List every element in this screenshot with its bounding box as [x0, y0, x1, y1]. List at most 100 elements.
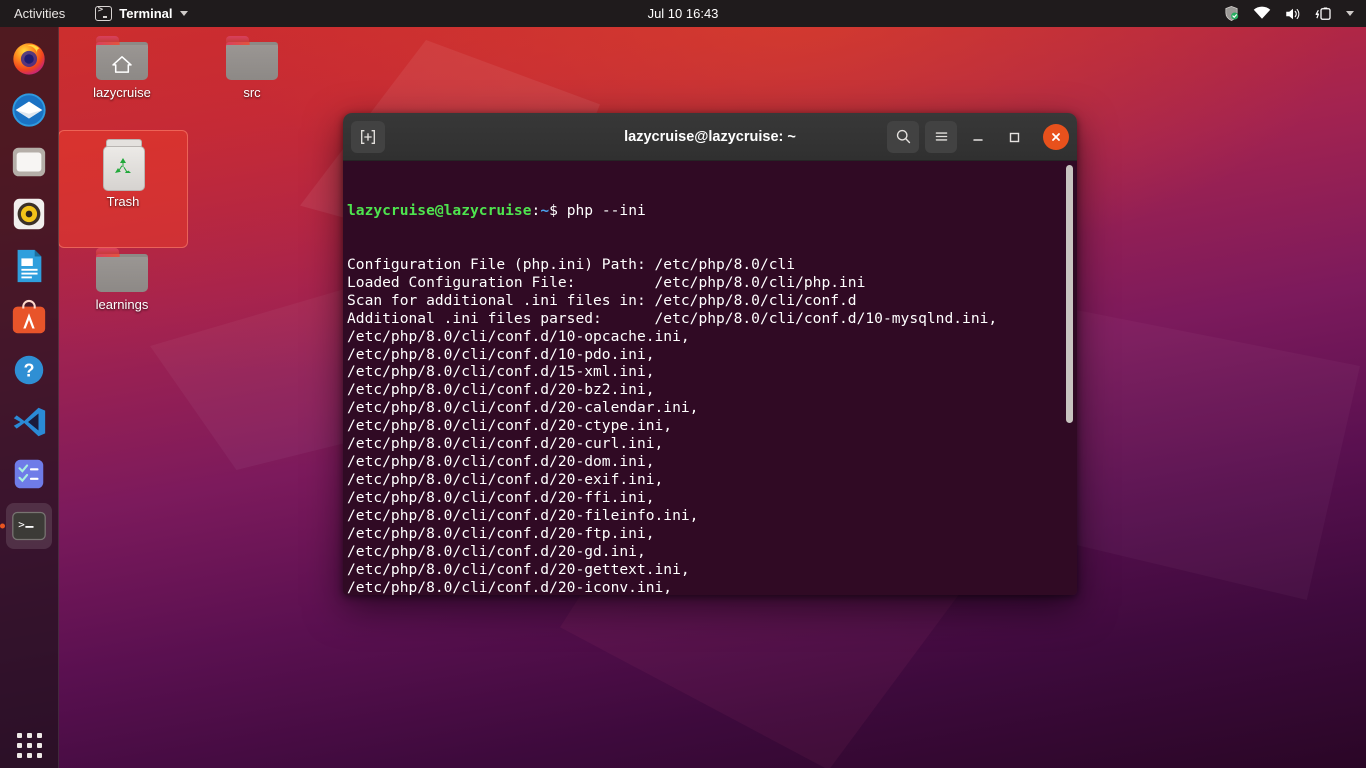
- dock-item-terminal[interactable]: >: [6, 503, 52, 549]
- search-button[interactable]: [887, 121, 919, 153]
- scrollbar-thumb[interactable]: [1066, 165, 1073, 423]
- hamburger-menu-icon: [933, 128, 950, 145]
- desktop-icon-label: learnings: [96, 298, 149, 313]
- terminal-line: Additional .ini files parsed: /etc/php/8…: [345, 310, 1077, 328]
- folder-icon: [96, 248, 148, 292]
- shield-check-icon: [1223, 5, 1240, 22]
- desktop-icon-trash[interactable]: Trash: [58, 130, 188, 248]
- new-tab-button[interactable]: [351, 121, 385, 153]
- grid-dot: [27, 753, 32, 758]
- system-tray[interactable]: [1223, 5, 1366, 22]
- volume-icon: [1284, 6, 1302, 22]
- desktop-icon-lazycruise[interactable]: lazycruise: [58, 28, 186, 101]
- close-icon: [1050, 131, 1062, 143]
- dock-item-thunderbird[interactable]: [6, 87, 52, 133]
- desktop-icon-label: Trash: [107, 195, 140, 210]
- grid-dot: [27, 733, 32, 738]
- ubuntu-software-icon: [10, 299, 48, 337]
- home-icon: [111, 55, 133, 73]
- dock: ? >: [0, 27, 59, 768]
- terminal-line: /etc/php/8.0/cli/conf.d/20-dom.ini,: [345, 453, 1077, 471]
- terminal-output-lines: Configuration File (php.ini) Path: /etc/…: [345, 256, 1077, 595]
- dock-item-files[interactable]: [6, 139, 52, 185]
- terminal-line: /etc/php/8.0/cli/conf.d/10-opcache.ini,: [345, 328, 1077, 346]
- search-icon: [895, 128, 912, 145]
- terminal-line: Configuration File (php.ini) Path: /etc/…: [345, 256, 1077, 274]
- desktop-icon-src[interactable]: src: [188, 28, 316, 101]
- grid-dot: [17, 753, 22, 758]
- terminal-prompt-line: lazycruise@lazycruise:~$ php --ini: [345, 202, 1077, 220]
- terminal-body[interactable]: lazycruise@lazycruise:~$ php --ini Confi…: [343, 161, 1077, 595]
- grid-dot: [17, 743, 22, 748]
- terminal-line: /etc/php/8.0/cli/conf.d/10-pdo.ini,: [345, 346, 1077, 364]
- grid-dot: [37, 733, 42, 738]
- files-icon: [10, 143, 48, 181]
- terminal-line: /etc/php/8.0/cli/conf.d/20-gd.ini,: [345, 543, 1077, 561]
- desktop-icon-label: lazycruise: [93, 86, 151, 101]
- prompt-path: ~: [540, 202, 549, 219]
- app-menu-label: Terminal: [119, 6, 172, 21]
- minimize-icon: [971, 130, 985, 144]
- desktop-icon-label: src: [243, 86, 260, 101]
- terminal-line: /etc/php/8.0/cli/conf.d/20-bz2.ini,: [345, 381, 1077, 399]
- dock-item-ubuntu-software[interactable]: [6, 295, 52, 341]
- libreoffice-writer-icon: [10, 247, 48, 285]
- prompt-sigil: $: [549, 202, 558, 219]
- app-menu-terminal[interactable]: Terminal: [95, 0, 187, 27]
- terminal-titlebar[interactable]: lazycruise@lazycruise: ~: [343, 113, 1077, 161]
- titlebar-actions: [887, 121, 1069, 153]
- svg-text:?: ?: [23, 361, 34, 381]
- terminal-window[interactable]: lazycruise@lazycruise: ~: [343, 113, 1077, 595]
- terminal-line: /etc/php/8.0/cli/conf.d/20-ctype.ini,: [345, 417, 1077, 435]
- wifi-icon: [1253, 6, 1271, 21]
- clock[interactable]: Jul 10 16:43: [0, 6, 1366, 21]
- maximize-icon: [1007, 130, 1021, 144]
- dock-item-tasks[interactable]: [6, 451, 52, 497]
- dock-item-rhythmbox[interactable]: [6, 191, 52, 237]
- chevron-down-icon[interactable]: [1346, 11, 1354, 16]
- new-tab-icon: [359, 128, 377, 146]
- terminal-line: /etc/php/8.0/cli/conf.d/15-xml.ini,: [345, 363, 1077, 381]
- thunderbird-icon: [10, 91, 48, 129]
- terminal-line: /etc/php/8.0/cli/conf.d/20-fileinfo.ini,: [345, 507, 1077, 525]
- terminal-line: /etc/php/8.0/cli/conf.d/20-gettext.ini,: [345, 561, 1077, 579]
- firefox-icon: [10, 39, 48, 77]
- close-button[interactable]: [1043, 124, 1069, 150]
- activities-label: Activities: [14, 6, 65, 21]
- dock-item-libreoffice-writer[interactable]: [6, 243, 52, 289]
- menu-button[interactable]: [925, 121, 957, 153]
- trash-icon: [102, 139, 144, 189]
- dock-item-help[interactable]: ?: [6, 347, 52, 393]
- grid-dot: [37, 743, 42, 748]
- desktop-icon-learnings[interactable]: learnings: [58, 240, 186, 313]
- terminal-line: /etc/php/8.0/cli/conf.d/20-ftp.ini,: [345, 525, 1077, 543]
- dock-item-firefox[interactable]: [6, 35, 52, 81]
- minimize-button[interactable]: [963, 122, 993, 152]
- battery-charging-icon: [1315, 6, 1333, 22]
- svg-text:>: >: [18, 518, 25, 531]
- prompt-user-host: lazycruise@lazycruise: [347, 202, 532, 219]
- terminal-icon: [95, 6, 112, 21]
- grid-dot: [27, 743, 32, 748]
- top-bar: Activities Terminal Jul 10 16:43: [0, 0, 1366, 27]
- grid-dot: [37, 753, 42, 758]
- tasks-icon: [10, 455, 48, 493]
- vscode-icon: [10, 403, 48, 441]
- show-applications-button[interactable]: [6, 722, 52, 768]
- grid-dot: [17, 733, 22, 738]
- chevron-down-icon: [180, 11, 188, 16]
- terminal-output: lazycruise@lazycruise:~$ php --ini Confi…: [343, 161, 1077, 595]
- terminal-line: /etc/php/8.0/cli/conf.d/20-iconv.ini,: [345, 579, 1077, 595]
- maximize-button[interactable]: [999, 122, 1029, 152]
- terminal-line: Loaded Configuration File: /etc/php/8.0/…: [345, 274, 1077, 292]
- dock-item-vscode[interactable]: [6, 399, 52, 445]
- rhythmbox-icon: [10, 195, 48, 233]
- terminal-line: /etc/php/8.0/cli/conf.d/20-curl.ini,: [345, 435, 1077, 453]
- terminal-line: /etc/php/8.0/cli/conf.d/20-calendar.ini,: [345, 399, 1077, 417]
- recycle-icon: [111, 155, 135, 179]
- prompt-colon: :: [532, 202, 541, 219]
- activities-button[interactable]: Activities: [0, 0, 75, 27]
- terminal-line: /etc/php/8.0/cli/conf.d/20-ffi.ini,: [345, 489, 1077, 507]
- desktop[interactable]: Activities Terminal Jul 10 16:43: [0, 0, 1366, 768]
- terminal-scrollbar[interactable]: [1065, 161, 1074, 595]
